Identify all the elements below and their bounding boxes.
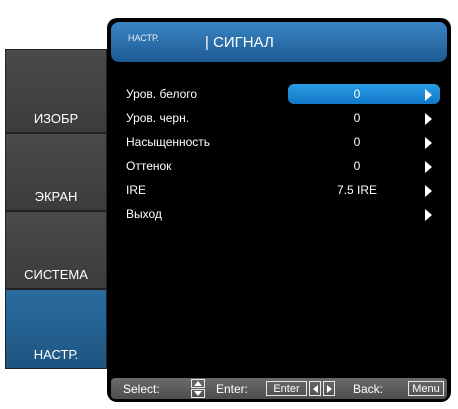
enter-key: Enter [266,381,307,396]
menu-item-value: 0 [353,135,361,149]
menu-item-label: Насыщенность [126,135,211,149]
menu-item-label: Уров. черн. [126,111,190,125]
arrow-right-icon[interactable] [425,209,432,221]
tab-settings[interactable]: НАСТР. [5,289,107,369]
down-arrow-icon [191,389,205,398]
menu-item-label: Выход [126,207,162,221]
menu-item-white-level[interactable]: Уров. белого 0 [107,84,451,104]
menu-item-hue[interactable]: Оттенок 0 [107,156,451,176]
tab-system[interactable]: СИСТЕМА [5,211,107,289]
menu-item-black-level[interactable]: Уров. черн. 0 [107,108,451,128]
tab-label: НАСТР. [33,347,79,362]
up-down-keys [191,379,205,398]
breadcrumb: НАСТР. [128,33,159,43]
page-title: | СИГНАЛ [205,34,274,51]
osd-panel: НАСТР. | СИГНАЛ Уров. белого 0 Уров. чер… [107,18,451,402]
arrow-right-icon[interactable] [425,113,432,125]
help-bar: Select: Enter: Enter Back: Menu [111,378,447,399]
tab-picture[interactable]: ИЗОБР [5,49,107,133]
menu-item-saturation[interactable]: Насыщенность 0 [107,132,451,152]
menu-item-exit[interactable]: Выход [107,204,451,224]
menu-item-value: 0 [353,111,361,125]
panel-header: НАСТР. | СИГНАЛ [111,22,447,62]
arrow-right-icon[interactable] [425,161,432,173]
select-label: Select: [123,382,160,396]
menu-item-value: 0 [353,87,361,101]
tab-label: ЭКРАН [34,189,78,204]
menu-key: Menu [408,381,444,396]
arrow-right-icon[interactable] [425,89,432,101]
menu-item-value: 0 [353,159,361,173]
menu-item-label: Оттенок [126,159,172,173]
menu-item-label: Уров. белого [126,87,198,101]
arrow-right-icon[interactable] [425,185,432,197]
back-label: Back: [353,382,384,396]
arrow-right-icon[interactable] [425,137,432,149]
right-arrow-icon [323,381,335,396]
tab-label: ИЗОБР [33,111,79,126]
tab-screen[interactable]: ЭКРАН [5,133,107,211]
side-tabs: ИЗОБР ЭКРАН СИСТЕМА НАСТР. [5,49,107,369]
menu-item-ire[interactable]: IRE 7.5 IRE [107,180,451,200]
menu-item-value: 7.5 IRE [336,183,378,197]
up-arrow-icon [191,379,205,388]
menu-item-label: IRE [126,183,147,197]
left-arrow-icon [309,381,321,396]
enter-label: Enter: [216,382,249,396]
tab-label: СИСТЕМА [24,267,88,282]
